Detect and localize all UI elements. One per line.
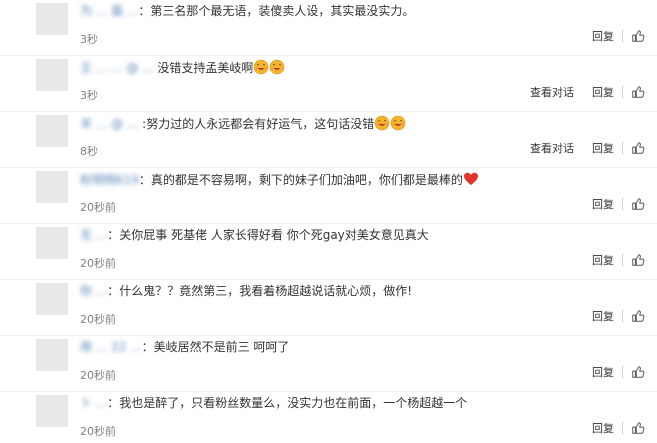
- comment-text: 为 ... 面 ...：第三名那个最无语，装傻卖人设，其实最没实力。: [80, 3, 414, 20]
- comment-body: ：关你屁事 死基佬 人家长得好看 你个死gay对美女意见真大: [107, 228, 429, 242]
- action-divider: [622, 86, 623, 98]
- username-link[interactable]: 用 ... 22 ...: [80, 340, 142, 354]
- comment-text: 无 ...：关你屁事 死基佬 人家长得好看 你个死gay对美女意见真大: [80, 227, 429, 244]
- comment-item: 王 ... ... @ ... 没错支持孟美岐啊 3秒 查看对话 回复: [0, 56, 657, 112]
- thumbs-up-icon[interactable]: [631, 365, 645, 379]
- comment-time: 20秒前: [80, 201, 116, 214]
- username-link[interactable]: 羊 ...: [80, 117, 107, 131]
- avatar[interactable]: [36, 3, 68, 35]
- comment-time: 3秒: [80, 33, 98, 46]
- action-divider: [622, 142, 623, 154]
- comment-item: 为 ... 面 ...：第三名那个最无语，装傻卖人设，其实最没实力。 3秒 回复: [0, 0, 657, 56]
- action-divider: [622, 30, 623, 42]
- thumbs-up-icon[interactable]: [631, 29, 645, 43]
- username-link[interactable]: 权明明619: [80, 173, 139, 187]
- username-link[interactable]: 为 ... 面 ...: [80, 4, 138, 18]
- comment-actions: 查看对话 回复: [530, 84, 645, 100]
- comment-list: 为 ... 面 ...：第三名那个最无语，装傻卖人设，其实最没实力。 3秒 回复王 …: [0, 0, 657, 443]
- username-link[interactable]: 卜 ...: [80, 396, 107, 410]
- thumbs-up-icon[interactable]: [631, 197, 645, 211]
- grinning-emoji-icon: [269, 59, 285, 80]
- mention-link[interactable]: @ ...: [107, 117, 142, 131]
- comment-time: 3秒: [80, 89, 98, 102]
- view-conversation-link[interactable]: 查看对话: [530, 84, 574, 100]
- comment-body: ：真的都是不容易啊，剩下的妹子们加油吧，你们都是最棒的: [138, 173, 463, 187]
- avatar[interactable]: [36, 59, 68, 91]
- comment-text: 王 ... ... @ ... 没错支持孟美岐啊: [80, 59, 285, 80]
- comment-time: 20秒前: [80, 369, 116, 382]
- red-heart-icon: [463, 171, 479, 192]
- comment-item: 无 ...：关你屁事 死基佬 人家长得好看 你个死gay对美女意见真大 20秒前 回…: [0, 224, 657, 280]
- action-divider: [622, 198, 623, 210]
- comment-actions: 回复: [592, 364, 645, 380]
- avatar[interactable]: [36, 171, 68, 203]
- comment-text: 你 ...：什么鬼？？竟然第三，我看着杨超越说话就心烦，做作!: [80, 283, 412, 300]
- comment-actions: 回复: [592, 420, 645, 436]
- action-divider: [622, 310, 623, 322]
- comment-body: ：美岐居然不是前三 呵呵了: [141, 340, 290, 354]
- reply-link[interactable]: 回复: [592, 140, 614, 156]
- comment-actions: 回复: [592, 28, 645, 44]
- thumbs-up-icon[interactable]: [631, 421, 645, 435]
- grinning-emoji-icon: [390, 115, 406, 136]
- comment-time: 20秒前: [80, 313, 116, 326]
- thumbs-up-icon[interactable]: [631, 85, 645, 99]
- thumbs-up-icon[interactable]: [631, 309, 645, 323]
- action-divider: [622, 254, 623, 266]
- reply-link[interactable]: 回复: [592, 364, 614, 380]
- comment-item: 羊 ... @ ... :努力过的人永远都会有好运气，这句话没错 8秒 查看对话 回复: [0, 112, 657, 168]
- comment-time: 8秒: [80, 145, 98, 158]
- comment-text: 用 ... 22 ...：美岐居然不是前三 呵呵了: [80, 339, 289, 356]
- avatar[interactable]: [36, 395, 68, 427]
- action-divider: [622, 366, 623, 378]
- reply-link[interactable]: 回复: [592, 420, 614, 436]
- username-link[interactable]: 无 ...: [80, 228, 107, 242]
- reply-link[interactable]: 回复: [592, 84, 614, 100]
- grinning-emoji-icon: [374, 115, 390, 136]
- comment-text: 羊 ... @ ... :努力过的人永远都会有好运气，这句话没错: [80, 115, 406, 136]
- reply-link[interactable]: 回复: [592, 252, 614, 268]
- reply-link[interactable]: 回复: [592, 196, 614, 212]
- action-divider: [622, 422, 623, 434]
- comment-body: 没错支持孟美岐啊: [157, 61, 254, 75]
- comment-time: 20秒前: [80, 425, 116, 438]
- comment-actions: 查看对话 回复: [530, 140, 645, 156]
- comment-item: 你 ...：什么鬼？？竟然第三，我看着杨超越说话就心烦，做作! 20秒前 回复: [0, 280, 657, 336]
- view-conversation-link[interactable]: 查看对话: [530, 140, 574, 156]
- comment-actions: 回复: [592, 196, 645, 212]
- comment-body: ：第三名那个最无语，装傻卖人设，其实最没实力。: [138, 4, 415, 18]
- thumbs-up-icon[interactable]: [631, 253, 645, 267]
- comment-actions: 回复: [592, 308, 645, 324]
- comment-text: 卜 ...：我也是醉了，只看粉丝数量么，没实力也在前面，一个杨超越一个: [80, 395, 467, 412]
- comment-item: 权明明619：真的都是不容易啊，剩下的妹子们加油吧，你们都是最棒的 20秒前 回复: [0, 168, 657, 224]
- avatar[interactable]: [36, 339, 68, 371]
- comment-body: ：我也是醉了，只看粉丝数量么，没实力也在前面，一个杨超越一个: [107, 396, 468, 410]
- mention-link[interactable]: @ ...: [123, 61, 158, 75]
- avatar[interactable]: [36, 227, 68, 259]
- comment-body: :努力过的人永远都会有好运气，这句话没错: [142, 117, 375, 131]
- comment-item: 用 ... 22 ...：美岐居然不是前三 呵呵了 20秒前 回复: [0, 336, 657, 392]
- grinning-emoji-icon: [253, 59, 269, 80]
- comment-actions: 回复: [592, 252, 645, 268]
- thumbs-up-icon[interactable]: [631, 141, 645, 155]
- comment-text: 权明明619：真的都是不容易啊，剩下的妹子们加油吧，你们都是最棒的: [80, 171, 479, 192]
- username-link[interactable]: 你 ...: [80, 284, 107, 298]
- username-link[interactable]: 王 ... ...: [80, 61, 123, 75]
- avatar[interactable]: [36, 283, 68, 315]
- comment-time: 20秒前: [80, 257, 116, 270]
- comment-item: 卜 ...：我也是醉了，只看粉丝数量么，没实力也在前面，一个杨超越一个 20秒前 回…: [0, 392, 657, 443]
- reply-link[interactable]: 回复: [592, 308, 614, 324]
- comment-body: ：什么鬼？？竟然第三，我看着杨超越说话就心烦，做作!: [107, 284, 413, 298]
- reply-link[interactable]: 回复: [592, 28, 614, 44]
- avatar[interactable]: [36, 115, 68, 147]
